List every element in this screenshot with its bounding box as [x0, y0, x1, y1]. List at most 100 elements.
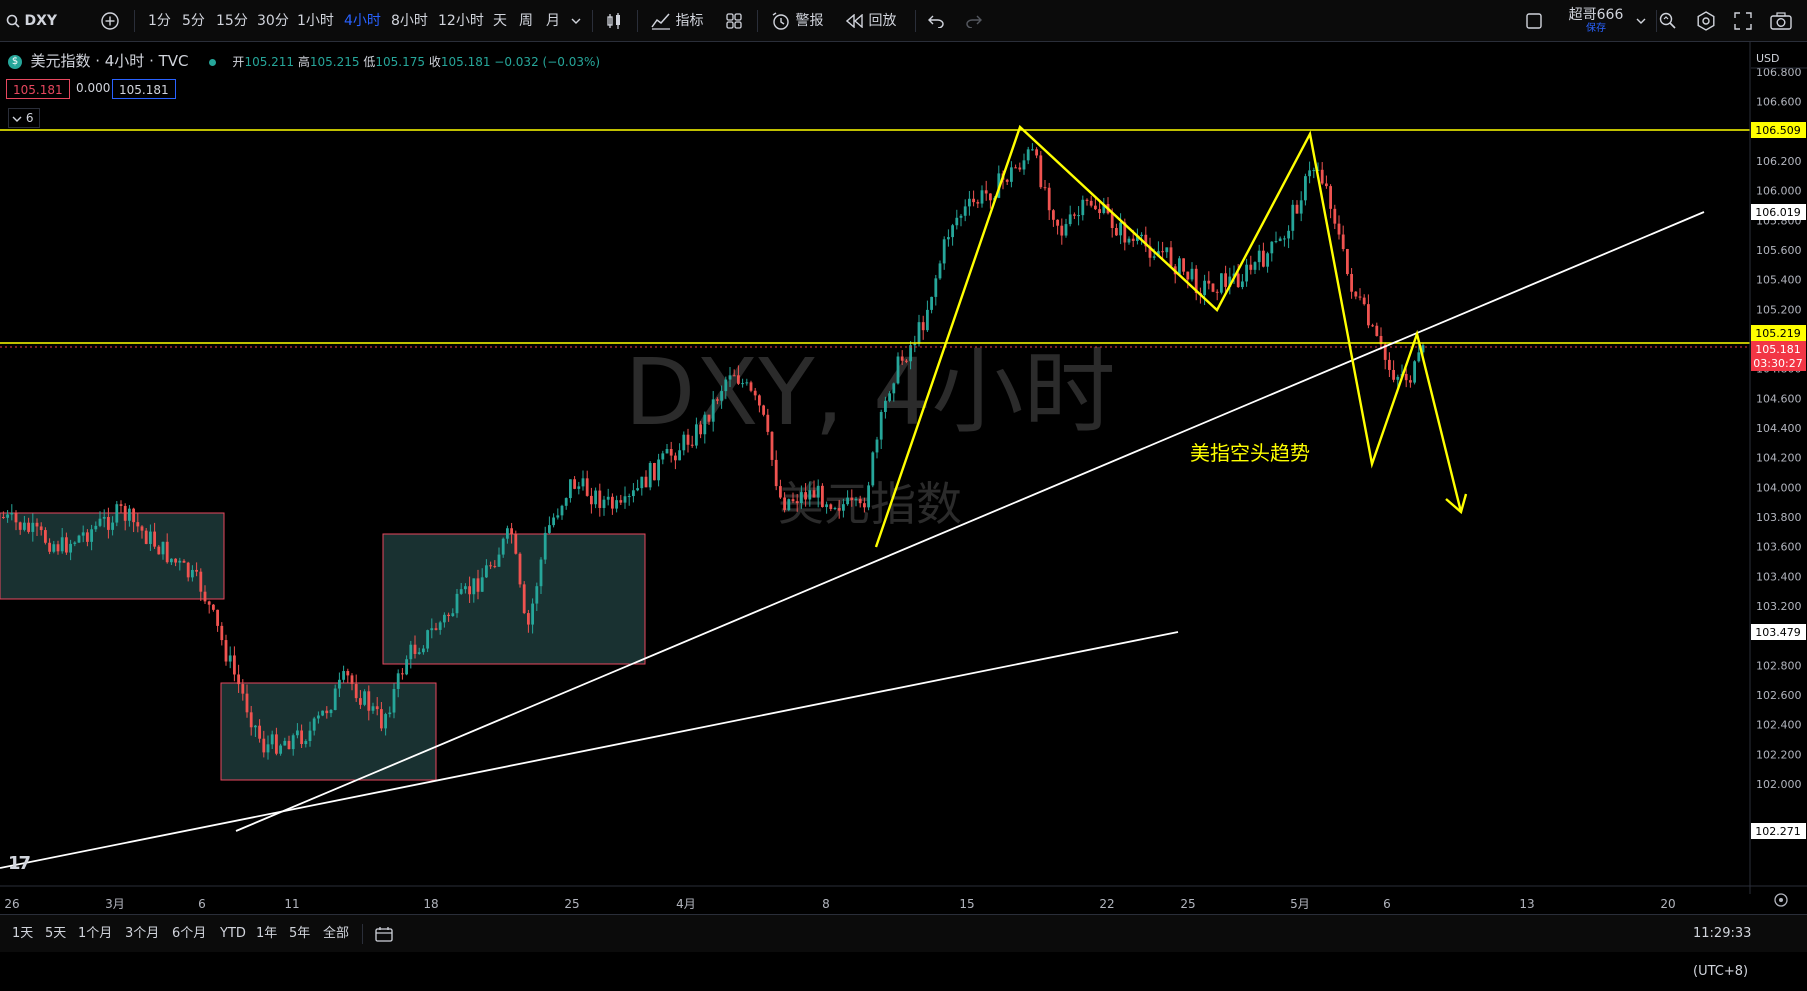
interval-30m[interactable]: 30分: [257, 0, 289, 42]
fullscreen-button[interactable]: [1734, 0, 1752, 42]
indicator-count: 6: [25, 111, 34, 125]
range-5d[interactable]: 5天: [45, 915, 66, 953]
buy-price-button[interactable]: 105.181: [112, 79, 176, 99]
badge-bottom-line: 102.271: [1751, 823, 1806, 839]
legend-title[interactable]: 美元指数 · 4小时 · TVC: [30, 52, 188, 70]
candle: [522, 581, 526, 615]
symbol-search[interactable]: DXY: [6, 0, 57, 42]
open-value: 105.211: [244, 55, 295, 69]
chart-type-button[interactable]: [605, 0, 623, 42]
price-tick-label: 102.000: [1756, 778, 1802, 791]
candle: [1220, 273, 1223, 295]
time-tick-label: 25: [564, 897, 579, 911]
tradingview-logo[interactable]: 17: [8, 853, 33, 874]
toolbar-divider: [362, 924, 363, 944]
interval-12h[interactable]: 12小时: [438, 0, 484, 42]
open-label: 开: [232, 55, 245, 69]
range-5y[interactable]: 5年: [289, 915, 310, 953]
interval-5m[interactable]: 5分: [182, 0, 205, 42]
save-status: 保存: [1586, 23, 1606, 34]
price-tick-label: 106.000: [1756, 185, 1802, 198]
sell-price-button[interactable]: 105.181: [6, 79, 70, 99]
watermark-symbol: DXY, 4小时: [624, 339, 1115, 446]
time-tick-label: 6: [198, 897, 206, 911]
indicators-button[interactable]: 指标: [651, 0, 703, 42]
interval-month[interactable]: 月: [546, 0, 560, 42]
chart-pane[interactable]: DXY, 4小时 美元指数 美指空头趋势 106.800106.600106.4…: [0, 42, 1807, 914]
calendar-icon: [375, 926, 393, 942]
square-icon: [1526, 13, 1542, 29]
range-box[interactable]: [220, 682, 437, 781]
alerts-label: 警报: [795, 13, 824, 29]
settings-button[interactable]: [1696, 0, 1716, 42]
time-tick-label: 22: [1099, 897, 1114, 911]
interval-dropdown[interactable]: [571, 0, 581, 42]
top-toolbar: DXY 1分 5分 15分 30分 1小时 4小时 8小时 12小时 天 周 月…: [0, 0, 1807, 42]
badge-top-line: 106.509: [1751, 122, 1806, 138]
candle: [762, 404, 765, 417]
symbol-name: DXY: [24, 13, 58, 29]
time-tick-label: 25: [1180, 897, 1195, 911]
candle: [871, 451, 875, 488]
spread-value: 0.000: [76, 81, 111, 95]
range-1m[interactable]: 1个月: [78, 915, 112, 953]
price-tick-label: 104.600: [1756, 392, 1802, 405]
toolbar-divider: [915, 10, 916, 32]
candle: [518, 552, 522, 588]
range-ytd[interactable]: YTD: [220, 915, 246, 953]
toolbar-divider: [757, 10, 758, 32]
chart-legend: $ 美元指数 · 4小时 · TVC 开105.211 高105.215 低10…: [8, 50, 600, 71]
timezone-clock[interactable]: 11:29:33 (UTC+8): [1693, 915, 1807, 979]
interval-week[interactable]: 周: [519, 0, 533, 42]
redo-button[interactable]: [966, 0, 982, 42]
range-1d[interactable]: 1天: [12, 915, 33, 953]
high-label: 高: [297, 55, 310, 69]
interval-day[interactable]: 天: [493, 0, 507, 42]
interval-1m[interactable]: 1分: [148, 0, 171, 42]
alerts-button[interactable]: 警报: [771, 0, 823, 42]
badge-mid-line-text: 105.219: [1755, 327, 1801, 340]
layout-toggle[interactable]: [1525, 0, 1543, 42]
badge-last-price: 105.181 03:30:27: [1751, 341, 1806, 371]
low-value: 105.175: [375, 55, 425, 69]
time-tick-label: 6: [1383, 897, 1391, 911]
indicators-label: 指标: [675, 13, 704, 29]
time-tick-label: 4月: [676, 897, 696, 911]
quick-search-button[interactable]: [1658, 0, 1678, 42]
quick-search-icon: [1659, 12, 1676, 29]
interval-15m[interactable]: 15分: [216, 0, 248, 42]
interval-4h[interactable]: 4小时: [344, 0, 381, 42]
currency-label[interactable]: USD: [1756, 52, 1780, 65]
interval-8h[interactable]: 8小时: [391, 0, 428, 42]
badge-trend-end: 106.019: [1751, 204, 1806, 220]
range-3m[interactable]: 3个月: [125, 915, 159, 953]
price-axis[interactable]: [1750, 42, 1807, 894]
layouts-button[interactable]: [725, 0, 743, 42]
plus-circle-icon: [101, 12, 119, 30]
candle: [821, 483, 824, 508]
range-all[interactable]: 全部: [323, 915, 349, 953]
time-tick-label: 5月: [1290, 897, 1310, 911]
indicators-collapse-button[interactable]: 6: [8, 108, 40, 128]
compare-button[interactable]: [100, 0, 120, 42]
price-tick-label: 104.200: [1756, 452, 1802, 465]
date-range-button[interactable]: [375, 915, 393, 953]
user-menu-dropdown[interactable]: [1636, 0, 1646, 42]
candlestick-icon: [607, 13, 620, 29]
range-box[interactable]: [382, 533, 646, 665]
user-layout-menu[interactable]: 超哥666 保存: [1561, 7, 1631, 35]
undo-button[interactable]: [928, 0, 944, 42]
range-6m[interactable]: 6个月: [172, 915, 206, 953]
annotation-text[interactable]: 美指空头趋势: [1190, 441, 1310, 465]
time-tick-label: 20: [1660, 897, 1675, 911]
price-tick-label: 103.400: [1756, 570, 1802, 583]
price-chart[interactable]: DXY, 4小时 美元指数 美指空头趋势 106.800106.600106.4…: [0, 42, 1807, 914]
change-value: −0.032 (−0.03%): [494, 55, 601, 69]
time-tick-label: 8: [822, 897, 830, 911]
range-1y[interactable]: 1年: [256, 915, 277, 953]
badge-last-price-text: 105.181: [1755, 343, 1801, 356]
interval-1h[interactable]: 1小时: [297, 0, 334, 42]
snapshot-button[interactable]: [1770, 0, 1792, 42]
replay-button[interactable]: 回放: [846, 0, 896, 42]
badge-mid-line: 105.219: [1751, 325, 1806, 341]
